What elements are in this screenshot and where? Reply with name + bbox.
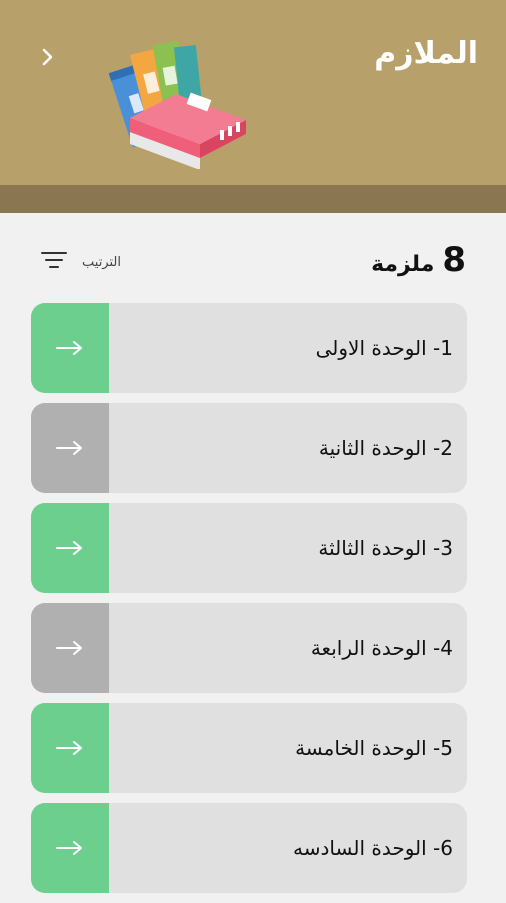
count-number: 8 — [442, 240, 466, 280]
header-bar — [0, 0, 506, 185]
list-item[interactable]: 3- الوحدة الثالثة — [31, 503, 467, 593]
unit-label: 3- الوحدة الثالثة — [318, 536, 453, 560]
arrow-button[interactable] — [31, 803, 109, 893]
list-item[interactable]: 2- الوحدة الثانية — [31, 403, 467, 493]
arrow-button[interactable] — [31, 703, 109, 793]
chevron-right-icon — [39, 47, 55, 71]
books-illustration — [108, 34, 253, 170]
page-title: الملازم — [374, 36, 478, 71]
arrow-button[interactable] — [31, 303, 109, 393]
count-label: ملزمة — [371, 252, 435, 277]
unit-label: 1- الوحدة الاولى — [315, 336, 453, 360]
list-item[interactable]: 1- الوحدة الاولى — [31, 303, 467, 393]
unit-label: 6- الوحدة السادسه — [293, 836, 453, 860]
arrow-right-icon — [56, 441, 82, 455]
arrow-right-icon — [56, 841, 82, 855]
unit-label: 2- الوحدة الثانية — [318, 436, 453, 460]
sort-label: الترتيب — [82, 254, 121, 270]
arrow-button[interactable] — [31, 503, 109, 593]
arrow-right-icon — [56, 341, 82, 355]
header-band — [0, 185, 506, 213]
unit-label: 4- الوحدة الرابعة — [310, 636, 453, 660]
arrow-button[interactable] — [31, 603, 109, 693]
list-item[interactable]: 4- الوحدة الرابعة — [31, 603, 467, 693]
unit-label: 5- الوحدة الخامسة — [295, 736, 453, 760]
list-item[interactable]: 6- الوحدة السادسه — [31, 803, 467, 893]
arrow-button[interactable] — [31, 403, 109, 493]
arrow-right-icon — [56, 641, 82, 655]
filter-lines-icon — [40, 250, 68, 274]
list-item[interactable]: 5- الوحدة الخامسة — [31, 703, 467, 793]
units-list: 1- الوحدة الاولى 2- الوحدة الثانية 3- ال… — [31, 303, 467, 903]
arrow-right-icon — [56, 741, 82, 755]
arrow-right-icon — [56, 541, 82, 555]
unit-count: 8 ملزمة — [371, 240, 466, 280]
sort-button[interactable]: الترتيب — [40, 250, 121, 274]
back-button[interactable] — [32, 44, 62, 74]
